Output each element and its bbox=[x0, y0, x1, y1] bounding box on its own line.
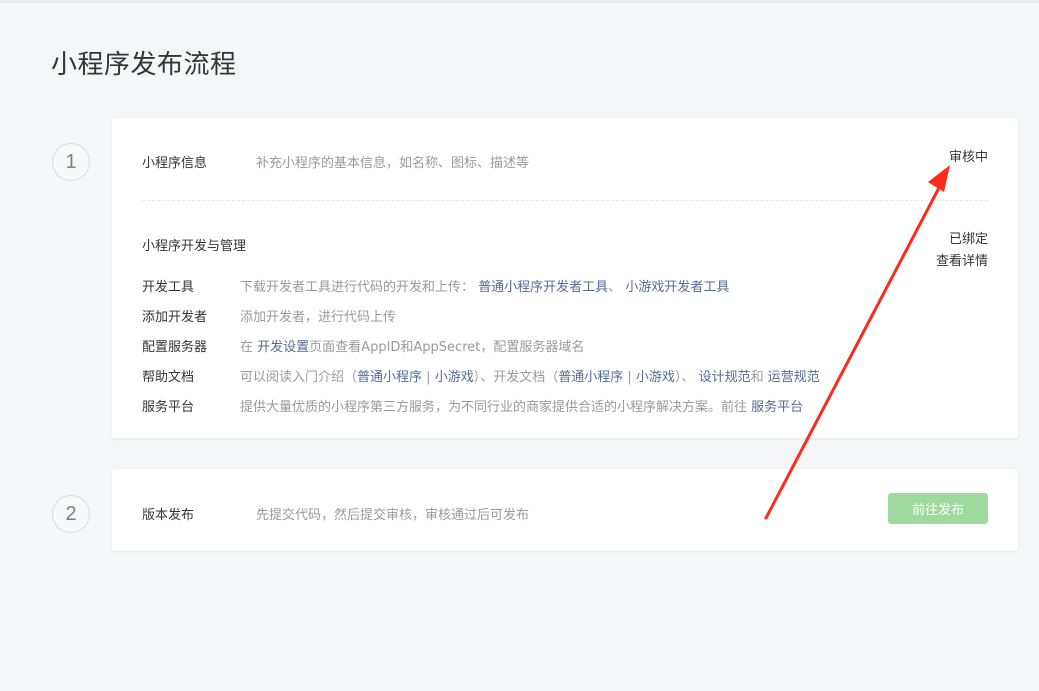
add-developers-label: 添加开发者 bbox=[142, 310, 208, 325]
help-separator-2: | bbox=[627, 370, 632, 385]
configure-servers-label: 配置服务器 bbox=[142, 340, 208, 355]
docs-mini-game-link[interactable]: 小游戏 bbox=[636, 370, 675, 385]
dev-section-title: 小程序开发与管理 bbox=[142, 239, 247, 254]
help-pre-text: 可以阅读入门介绍（ bbox=[240, 370, 358, 385]
help-docs-label: 帮助文档 bbox=[142, 370, 195, 385]
info-status: 审核中 bbox=[948, 150, 988, 165]
add-developers-desc: 添加开发者，进行代码上传 bbox=[240, 310, 397, 325]
help-separator-1: | bbox=[426, 370, 431, 385]
intro-mini-program-link[interactable]: 普通小程序 bbox=[357, 370, 422, 385]
dev-tools-desc: 下载开发者工具进行代码的开发和上传： bbox=[240, 280, 475, 295]
info-description: 补充小程序的基本信息，如名称、图标、描述等 bbox=[256, 156, 530, 171]
dev-settings-link[interactable]: 开发设置 bbox=[257, 340, 309, 355]
help-and-text: 和 bbox=[750, 370, 764, 385]
release-label: 版本发布 bbox=[142, 508, 195, 523]
step-1-card: 小程序信息 补充小程序的基本信息，如名称、图标、描述等 审核中 小程序开发与管理… bbox=[112, 118, 1018, 438]
docs-mini-program-link[interactable]: 普通小程序 bbox=[558, 370, 623, 385]
servers-post-text: 页面查看AppID和AppSecret，配置服务器域名 bbox=[309, 340, 585, 355]
service-platform-desc: 提供大量优质的小程序第三方服务，为不同行业的商家提供合适的小程序解决方案。前往 bbox=[240, 400, 748, 415]
dev-status: 已绑定 bbox=[948, 232, 988, 247]
release-description: 先提交代码，然后提交审核，审核通过后可发布 bbox=[256, 508, 530, 523]
dev-tools-separator: 、 bbox=[608, 280, 622, 295]
operation-guidelines-link[interactable]: 运营规范 bbox=[768, 370, 820, 385]
step-number-1: 1 bbox=[52, 143, 90, 181]
service-platform-link[interactable]: 服务平台 bbox=[751, 400, 803, 415]
service-platform-label: 服务平台 bbox=[142, 400, 195, 415]
configure-servers-text: 在 开发设置页面查看AppID和AppSecret，配置服务器域名 bbox=[240, 336, 584, 355]
section-divider bbox=[142, 200, 988, 201]
dev-tools-text: 下载开发者工具进行代码的开发和上传： 普通小程序开发者工具、 小游戏开发者工具 bbox=[240, 276, 729, 295]
servers-pre-text: 在 bbox=[240, 340, 254, 355]
top-border bbox=[0, 0, 1039, 3]
service-platform-text: 提供大量优质的小程序第三方服务，为不同行业的商家提供合适的小程序解决方案。前往 … bbox=[240, 396, 803, 415]
help-docs-text: 可以阅读入门介绍（普通小程序 | 小游戏）、开发文档（普通小程序 | 小游戏）、… bbox=[240, 366, 820, 385]
view-details-link[interactable]: 查看详情 bbox=[936, 250, 988, 269]
help-mid2-text: ）、 bbox=[674, 370, 695, 385]
step-number-2: 2 bbox=[52, 495, 90, 533]
step-2-card: 版本发布 先提交代码，然后提交审核，审核通过后可发布 前往发布 bbox=[112, 469, 1018, 551]
mini-program-devtools-link[interactable]: 普通小程序开发者工具 bbox=[478, 280, 608, 295]
go-publish-button[interactable]: 前往发布 bbox=[888, 493, 988, 524]
mini-game-devtools-link[interactable]: 小游戏开发者工具 bbox=[625, 280, 729, 295]
dev-tools-label: 开发工具 bbox=[142, 280, 195, 295]
help-mid-text: ）、开发文档（ bbox=[473, 370, 559, 385]
intro-mini-game-link[interactable]: 小游戏 bbox=[435, 370, 474, 385]
design-guidelines-link[interactable]: 设计规范 bbox=[699, 370, 751, 385]
page-title: 小程序发布流程 bbox=[51, 50, 237, 80]
info-label: 小程序信息 bbox=[142, 156, 208, 171]
